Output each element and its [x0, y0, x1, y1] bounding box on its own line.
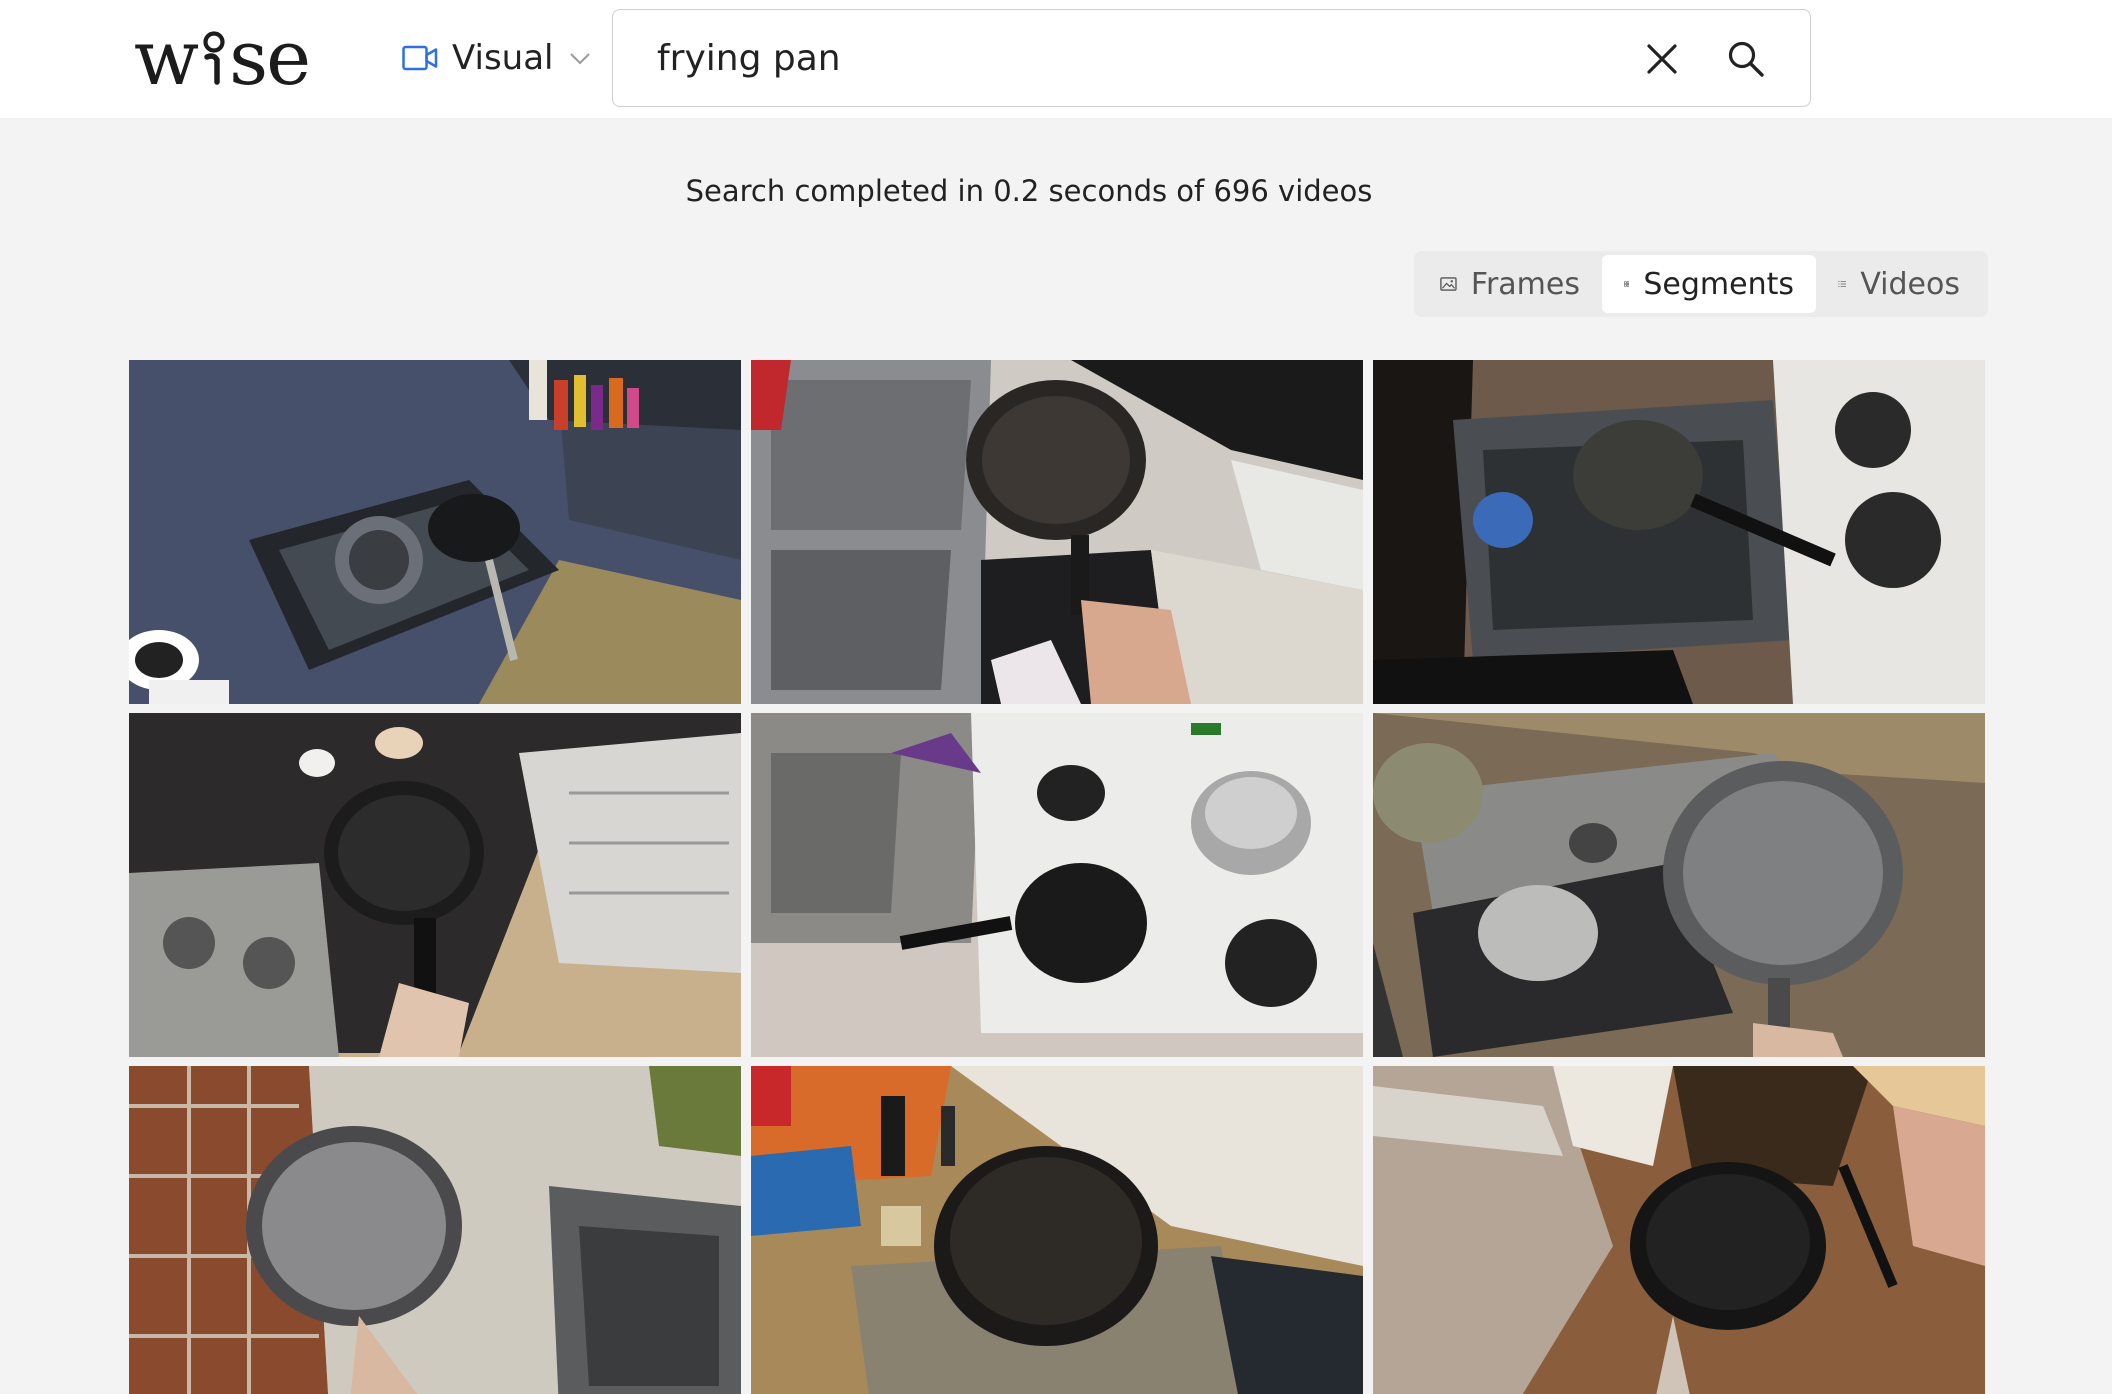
close-icon[interactable]: [1645, 42, 1679, 76]
result-thumbnail[interactable]: [1373, 713, 1985, 1057]
logo-text-left: w: [134, 13, 199, 102]
tab-frames[interactable]: Frames: [1418, 255, 1602, 313]
search-icon[interactable]: [1727, 40, 1765, 78]
result-thumbnail[interactable]: [751, 360, 1363, 704]
tab-segments[interactable]: Segments: [1602, 255, 1816, 313]
image-icon: [1440, 277, 1457, 291]
result-thumbnail[interactable]: [129, 360, 741, 704]
result-thumbnail[interactable]: [129, 1066, 741, 1394]
grid-icon: [1624, 281, 1630, 287]
search-mode-select[interactable]: Visual: [402, 33, 592, 83]
tab-frames-label: Frames: [1470, 266, 1580, 302]
wise-logo[interactable]: w se: [134, 13, 311, 102]
list-icon: [1838, 280, 1846, 288]
search-mode-label: Visual: [452, 38, 554, 78]
tab-segments-label: Segments: [1643, 266, 1794, 302]
result-thumbnail[interactable]: [751, 713, 1363, 1057]
result-thumbnail[interactable]: [751, 1066, 1363, 1394]
search-bar: [612, 9, 1811, 107]
result-thumbnail[interactable]: [1373, 360, 1985, 704]
search-status-text: Search completed in 0.2 seconds of 696 v…: [685, 174, 1373, 208]
result-thumbnail[interactable]: [129, 713, 741, 1057]
tab-videos-label: Videos: [1860, 266, 1960, 302]
logo-mark-icon: [201, 30, 227, 86]
results-grid: [129, 360, 1985, 1394]
view-mode-toggle: Frames Segments Videos: [1414, 251, 1988, 317]
logo-text-right: se: [229, 13, 311, 102]
video-camera-icon: [402, 45, 438, 71]
chevron-down-icon: [569, 53, 590, 65]
result-thumbnail[interactable]: [1373, 1066, 1985, 1394]
search-status: Search completed in 0.2 seconds of 696 v…: [0, 174, 2112, 208]
search-input[interactable]: [657, 30, 1557, 86]
tab-videos[interactable]: Videos: [1816, 255, 1982, 313]
top-bar: w se Visual: [0, 0, 2112, 118]
